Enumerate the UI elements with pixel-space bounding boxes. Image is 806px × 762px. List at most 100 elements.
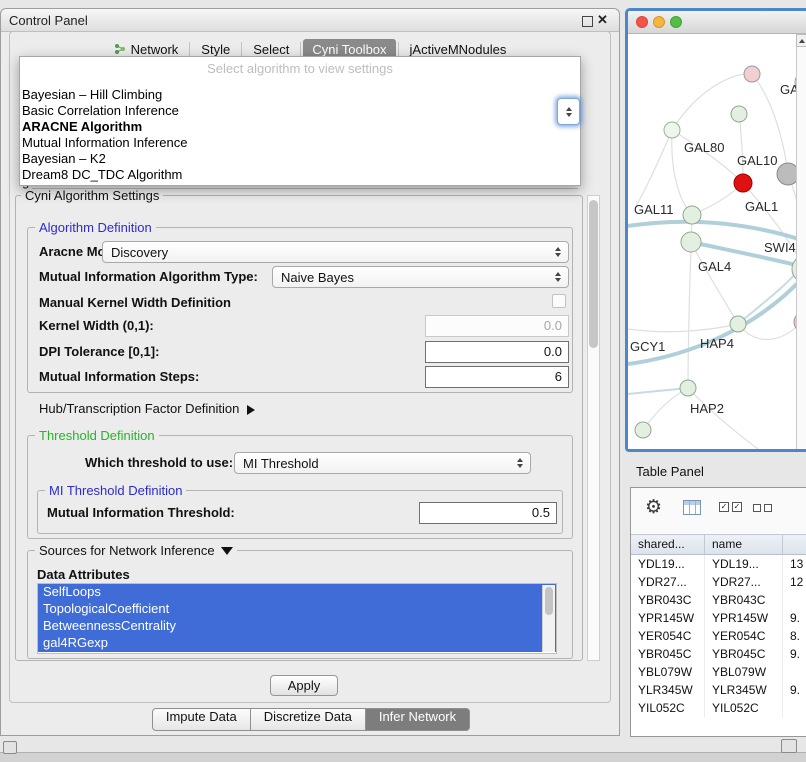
mi-steps-input[interactable]: 6 — [425, 366, 569, 388]
algorithm-option[interactable]: Dream8 DC_TDC Algorithm — [22, 167, 578, 183]
node-pink-top[interactable] — [744, 66, 760, 82]
attribute-item-selected[interactable]: gal4RGexp — [38, 635, 556, 652]
table-row[interactable]: YBL079W YBL079W — [631, 663, 806, 681]
table-panel-window: ⚙ ✓ ✓ shared... name YDL19... YDL — [630, 487, 806, 737]
node-gal1[interactable] — [683, 206, 701, 224]
tab-label: Style — [201, 42, 230, 57]
table-header-row: shared... name — [631, 534, 806, 555]
window-minimize-button[interactable] — [653, 16, 665, 28]
algorithm-option[interactable]: Mutual Information Inference — [22, 135, 578, 151]
data-attributes-list[interactable]: SelfLoops TopologicalCoefficient Between… — [37, 583, 557, 654]
tab-impute-data[interactable]: Impute Data — [152, 708, 251, 731]
algorithm-option[interactable]: Bayesian – K2 — [22, 151, 578, 167]
table-row[interactable]: YLR345W YLR345W 9. — [631, 681, 806, 699]
cell: 12 — [783, 573, 806, 591]
settings-scrollbar-thumb[interactable] — [589, 200, 598, 348]
window-close-button[interactable] — [636, 16, 648, 28]
node-gal4[interactable] — [681, 232, 701, 252]
tab-label: Network — [131, 42, 179, 57]
algorithm-option[interactable]: Basic Correlation Inference — [22, 103, 578, 119]
node-hap4[interactable] — [730, 316, 746, 332]
close-icon[interactable]: ✕ — [597, 12, 608, 28]
mi-steps-label: Mutual Information Steps: — [39, 366, 199, 388]
aracne-mode-select[interactable]: Discovery — [102, 241, 569, 263]
node-green[interactable] — [731, 106, 747, 122]
settings-scrollbar-track[interactable] — [587, 195, 600, 661]
node-green-bottom[interactable] — [635, 422, 651, 438]
cell — [783, 663, 806, 681]
kernel-width-input[interactable]: 0.0 — [425, 315, 569, 337]
deselect-all-icon[interactable] — [753, 504, 772, 512]
node-hap2[interactable] — [680, 380, 696, 396]
column-header-shared-name[interactable]: shared... — [631, 535, 705, 554]
float-window-icon[interactable] — [582, 16, 593, 27]
dpi-tolerance-input[interactable]: 0.0 — [425, 341, 569, 363]
cell: YDR27... — [631, 573, 705, 591]
attributes-scrollbar-thumb[interactable] — [545, 587, 553, 615]
control-panel-titlebar[interactable]: Control Panel ✕ — [1, 9, 619, 32]
mi-type-select[interactable]: Naive Bayes — [272, 266, 569, 288]
cyni-settings-legend: Cyni Algorithm Settings — [21, 188, 163, 203]
algorithm-combo-stepper[interactable] — [557, 98, 580, 125]
cell: YBL079W — [631, 663, 705, 681]
mi-threshold-input[interactable]: 0.5 — [419, 502, 557, 524]
bottom-right-panel-icon[interactable] — [781, 739, 797, 753]
hub-section-toggle[interactable]: Hub/Transcription Factor Definition — [39, 398, 255, 420]
scroll-up-button[interactable] — [796, 34, 806, 47]
table-row[interactable]: YDL19... YDL19... 13 — [631, 555, 806, 573]
kernel-width-label: Kernel Width (0,1): — [39, 315, 154, 337]
attributes-scrollbar-track[interactable] — [542, 585, 555, 652]
attribute-item-selected[interactable]: BetweennessCentrality — [38, 618, 556, 635]
table-row[interactable]: YBR043C YBR043C — [631, 591, 806, 609]
table-row[interactable]: YER054C YER054C 8. — [631, 627, 806, 645]
attribute-item-selected[interactable]: SelfLoops — [38, 584, 556, 601]
table-row[interactable]: YIL052C YIL052C — [631, 699, 806, 717]
mi-threshold-legend: MI Threshold Definition — [45, 483, 186, 498]
sources-legend[interactable]: Sources for Network Inference — [35, 543, 237, 558]
node-label-swi4: SWI4 — [764, 240, 796, 255]
column-header-cut[interactable] — [783, 535, 806, 554]
threshold-definition-legend: Threshold Definition — [35, 428, 159, 443]
node-gal80[interactable] — [664, 122, 680, 138]
apply-button[interactable]: Apply — [270, 675, 338, 696]
cell: YBL079W — [705, 663, 783, 681]
tab-label: Cyni Toolbox — [312, 42, 386, 57]
tab-separator — [398, 42, 399, 56]
chevron-right-icon — [247, 405, 255, 415]
node-label-gal1: GAL1 — [745, 199, 778, 214]
column-header-name[interactable]: name — [705, 535, 783, 554]
network-vertical-scrollbar[interactable] — [796, 34, 806, 449]
combo-stepper-icon — [550, 247, 565, 257]
node-red-selected[interactable] — [734, 174, 752, 192]
cell: 9. — [783, 609, 806, 627]
column-icon-divider — [689, 501, 690, 514]
window-zoom-button[interactable] — [670, 16, 682, 28]
bottom-left-panel-icon[interactable] — [3, 741, 17, 754]
cell: YDR27... — [705, 573, 783, 591]
column-selector-icon[interactable] — [683, 500, 701, 515]
tab-infer-network[interactable]: Infer Network — [366, 708, 470, 731]
node-label-hap4: HAP4 — [700, 336, 734, 351]
tab-label: jActiveMNodules — [410, 42, 507, 57]
network-view-window[interactable]: GAL GAL80 GAL10 GAL11 GAL1 SWI4 GAL4 GCY… — [625, 8, 806, 452]
selected-value: MI Threshold — [235, 456, 512, 471]
table-row[interactable]: YPR145W YPR145W 9. — [631, 609, 806, 627]
stepper-up-icon — [566, 107, 572, 111]
algorithm-option[interactable]: Bayesian – Hill Climbing — [22, 87, 578, 103]
select-all-icon[interactable]: ✓ ✓ — [719, 502, 742, 512]
cell: YBR045C — [631, 645, 705, 663]
network-canvas[interactable]: GAL GAL80 GAL10 GAL11 GAL1 SWI4 GAL4 GCY… — [628, 34, 806, 449]
tab-discretize-data[interactable]: Discretize Data — [251, 708, 366, 731]
table-row[interactable]: YBR045C YBR045C 9. — [631, 645, 806, 663]
cell: YBR043C — [631, 591, 705, 609]
manual-kernel-checkbox[interactable] — [552, 294, 566, 308]
status-strip — [0, 752, 806, 762]
which-threshold-select[interactable]: MI Threshold — [234, 452, 531, 474]
cell — [783, 699, 806, 717]
node-label-gal80: GAL80 — [684, 140, 724, 155]
attribute-item-selected[interactable]: TopologicalCoefficient — [38, 601, 556, 618]
table-row[interactable]: YDR27... YDR27... 12 — [631, 573, 806, 591]
algorithm-option[interactable]: ARACNE Algorithm — [22, 119, 578, 135]
gear-icon[interactable]: ⚙ — [645, 496, 662, 518]
network-window-titlebar[interactable] — [628, 11, 806, 34]
